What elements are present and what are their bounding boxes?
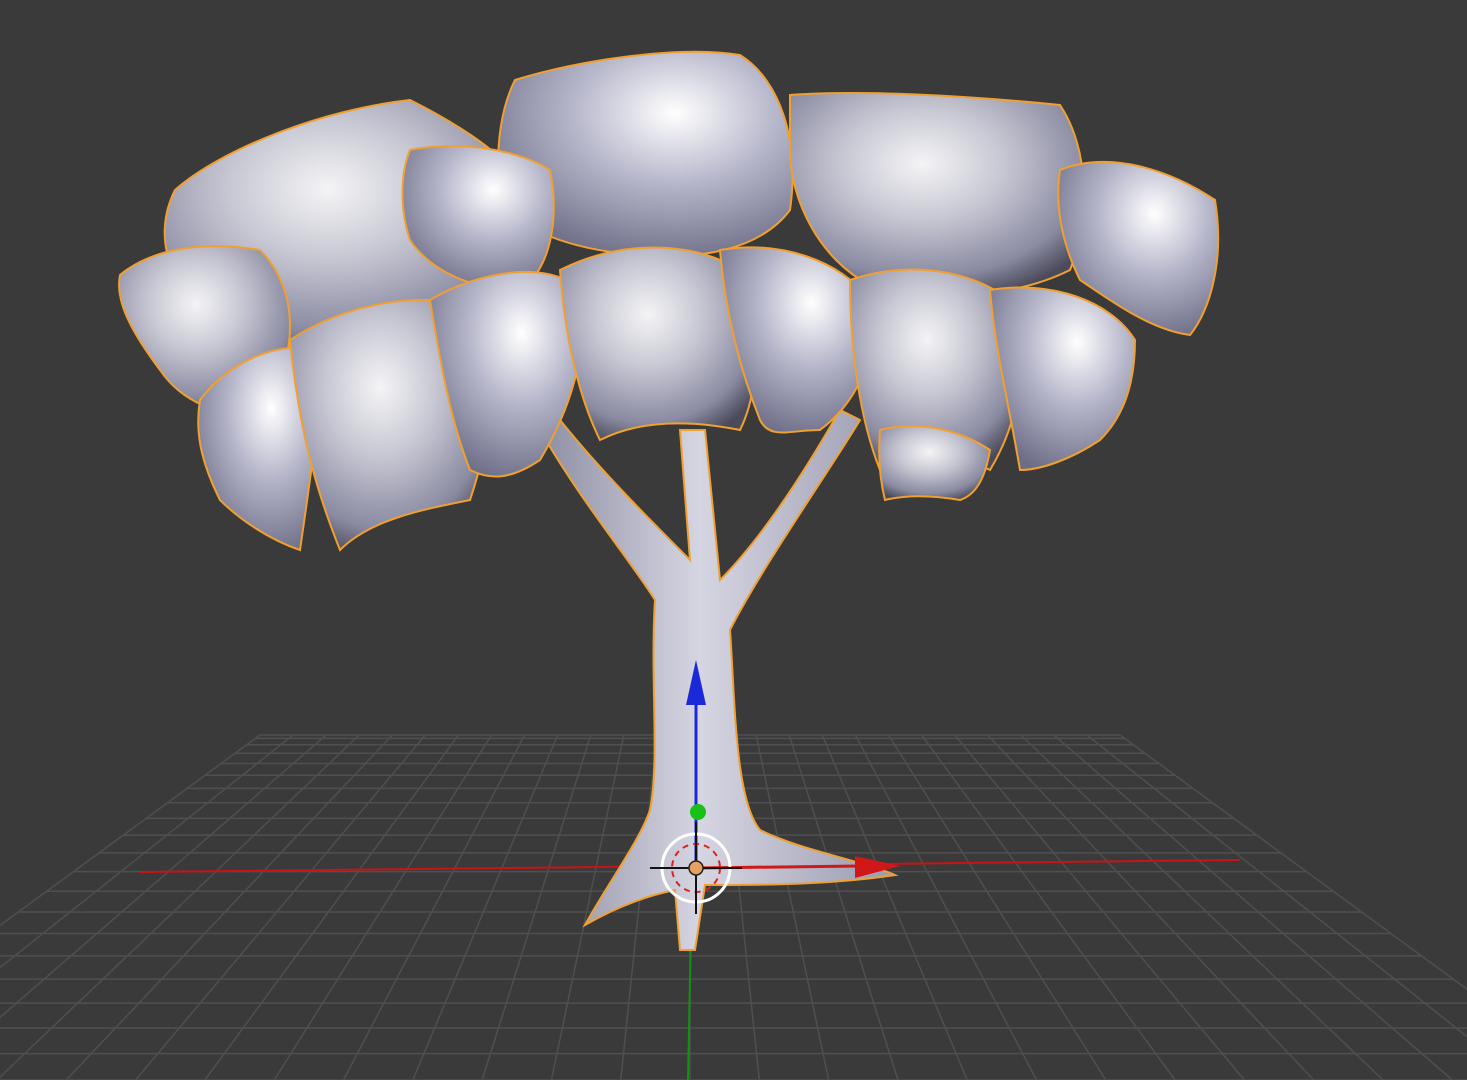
viewport-canvas[interactable] xyxy=(0,0,1467,1080)
3d-viewport[interactable] xyxy=(0,0,1467,1080)
y-axis-handle[interactable] xyxy=(690,804,706,820)
origin-marker-icon xyxy=(688,860,704,876)
